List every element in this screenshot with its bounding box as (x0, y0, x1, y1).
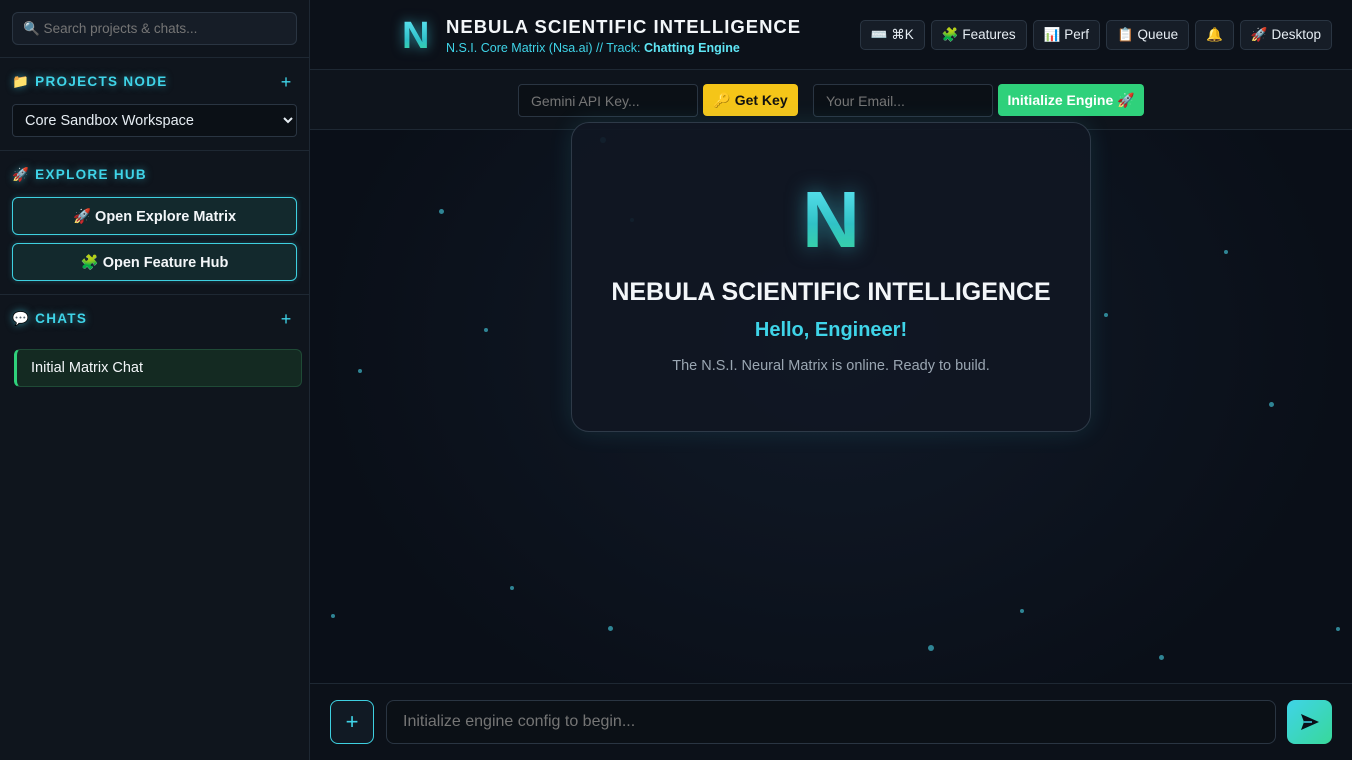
app-root: 📁 PROJECTS NODE + Core Sandbox Workspace… (0, 0, 1352, 760)
get-key-button[interactable]: 🔑 Get Key (703, 84, 798, 116)
chat-item-label: Initial Matrix Chat (31, 360, 144, 376)
open-explore-matrix-button[interactable]: 🚀 Open Explore Matrix (12, 197, 297, 235)
star-particle (1336, 627, 1340, 631)
message-input[interactable] (386, 700, 1276, 744)
composer: + (310, 683, 1352, 760)
welcome-message: The N.S.I. Neural Matrix is online. Read… (672, 358, 990, 374)
projects-title: 📁 PROJECTS NODE (12, 74, 168, 89)
attach-button[interactable]: + (330, 700, 374, 744)
send-icon (1300, 714, 1319, 730)
star-particle (608, 626, 613, 631)
brand-text: NEBULA SCIENTIFIC INTELLIGENCE N.S.I. Co… (446, 16, 801, 55)
explore-section: 🚀 EXPLORE HUB 🚀 Open Explore Matrix 🧩 Op… (0, 151, 309, 295)
top-bar: N NEBULA SCIENTIFIC INTELLIGENCE N.S.I. … (310, 0, 1352, 70)
search-input[interactable] (12, 12, 297, 45)
chats-section: 💬 CHATS + Initial Matrix Chat (0, 295, 309, 400)
star-particle (510, 586, 514, 590)
sidebar-search-wrap (0, 0, 309, 58)
explore-header: 🚀 EXPLORE HUB (12, 165, 297, 185)
chats-header: 💬 CHATS + (0, 309, 309, 329)
star-particle (439, 209, 444, 214)
star-particle (484, 328, 488, 332)
star-particle (1159, 655, 1164, 660)
welcome-card: N NEBULA SCIENTIFIC INTELLIGENCE Hello, … (571, 122, 1091, 432)
features-button[interactable]: 🧩 Features (930, 20, 1027, 50)
chat-item[interactable]: Initial Matrix Chat (14, 349, 302, 387)
top-actions: ⌨️ ⌘K 🧩 Features 📊 Perf 📋 Queue 🔔 🚀 Desk… (859, 20, 1332, 50)
add-project-button[interactable]: + (275, 72, 297, 93)
star-particle (928, 645, 934, 651)
desktop-button[interactable]: 🚀 Desktop (1239, 20, 1332, 50)
subtitle-track: Chatting Engine (643, 41, 740, 55)
brand-logo: N (402, 17, 436, 55)
config-bar: 🔑 Get Key Initialize Engine 🚀 (310, 70, 1352, 130)
email-input[interactable] (813, 84, 993, 117)
star-particle (1020, 609, 1024, 613)
command-palette-button[interactable]: ⌨️ ⌘K (859, 20, 925, 50)
projects-header: 📁 PROJECTS NODE + (12, 72, 297, 92)
queue-button[interactable]: 📋 Queue (1106, 20, 1190, 50)
app-title: NEBULA SCIENTIFIC INTELLIGENCE (446, 16, 802, 37)
star-particle (1269, 402, 1274, 407)
welcome-greeting: Hello, Engineer! (754, 319, 908, 341)
star-particle (331, 614, 335, 618)
chats-title: 💬 CHATS (12, 311, 88, 326)
api-key-input[interactable] (518, 84, 698, 117)
main-panel: N NEBULA SCIENTIFIC INTELLIGENCE N.S.I. … (310, 0, 1352, 760)
initialize-engine-button[interactable]: Initialize Engine 🚀 (998, 84, 1144, 116)
welcome-logo: N (802, 175, 860, 264)
project-select[interactable]: Core Sandbox Workspace (12, 104, 297, 137)
open-feature-hub-button[interactable]: 🧩 Open Feature Hub (12, 243, 297, 281)
brand: N NEBULA SCIENTIFIC INTELLIGENCE N.S.I. … (402, 16, 801, 55)
explore-title: 🚀 EXPLORE HUB (12, 167, 147, 182)
sidebar: 📁 PROJECTS NODE + Core Sandbox Workspace… (0, 0, 310, 760)
app-subtitle: N.S.I. Core Matrix (Nsa.ai) // Track: Ch… (446, 41, 801, 55)
star-particle (1104, 313, 1108, 317)
star-particle (1224, 250, 1228, 254)
welcome-title: NEBULA SCIENTIFIC INTELLIGENCE (611, 278, 1051, 306)
projects-section: 📁 PROJECTS NODE + Core Sandbox Workspace (0, 58, 309, 151)
add-chat-button[interactable]: + (275, 309, 297, 330)
subtitle-prefix: N.S.I. Core Matrix (Nsa.ai) // Track: (446, 41, 644, 55)
star-particle (358, 369, 362, 373)
send-button[interactable] (1287, 700, 1332, 744)
notifications-button[interactable]: 🔔 (1195, 20, 1234, 50)
perf-button[interactable]: 📊 Perf (1032, 20, 1100, 50)
